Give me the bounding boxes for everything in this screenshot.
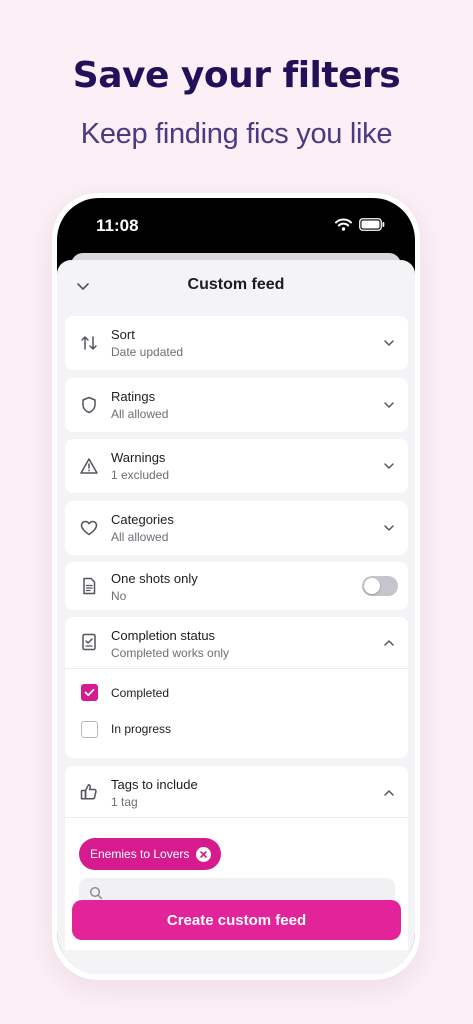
promo-subheadline: Keep finding fics you like bbox=[80, 118, 393, 150]
completed-label: Completed bbox=[111, 686, 170, 700]
promo-headline: Save your filters bbox=[72, 55, 401, 96]
categories-value: All allowed bbox=[111, 530, 169, 544]
divider bbox=[65, 668, 408, 669]
chevron-down-icon bbox=[384, 340, 394, 346]
battery-icon bbox=[359, 218, 385, 236]
chevron-up-icon bbox=[384, 640, 394, 646]
checklist-icon bbox=[82, 633, 96, 651]
in-progress-option[interactable]: In progress bbox=[65, 711, 408, 747]
completion-status-value: Completed works only bbox=[111, 646, 230, 660]
ratings-value: All allowed bbox=[111, 407, 169, 421]
warnings-row[interactable]: Warnings 1 excluded bbox=[65, 439, 408, 493]
chevron-down-icon bbox=[384, 463, 394, 469]
wifi-icon bbox=[335, 218, 352, 236]
ratings-title: Ratings bbox=[111, 389, 156, 404]
status-time: 11:08 bbox=[96, 216, 139, 235]
remove-tag-button[interactable] bbox=[196, 846, 212, 862]
custom-feed-sheet: Custom feed Sort Date updated Ratings Al… bbox=[57, 260, 415, 974]
shield-icon bbox=[82, 396, 96, 414]
tag-chip-label: Enemies to Lovers bbox=[90, 847, 190, 861]
phone-screen: 11:08 Custom feed Sort Date updated Rati… bbox=[57, 198, 415, 974]
sort-value: Date updated bbox=[111, 345, 184, 359]
sheet-header: Custom feed bbox=[57, 260, 415, 312]
warnings-title: Warnings bbox=[111, 450, 166, 465]
categories-title: Categories bbox=[111, 512, 174, 527]
completion-status-header[interactable]: Completion status Completed works only bbox=[65, 617, 408, 667]
heart-icon bbox=[80, 520, 98, 536]
one-shots-title: One shots only bbox=[111, 571, 198, 586]
chevron-down-icon bbox=[384, 402, 394, 408]
checkmark-icon bbox=[84, 688, 95, 697]
status-bar: 11:08 bbox=[57, 198, 415, 258]
in-progress-checkbox[interactable] bbox=[81, 721, 98, 738]
one-shots-toggle[interactable] bbox=[362, 576, 398, 596]
tags-include-header[interactable]: Tags to include 1 tag bbox=[65, 766, 408, 816]
chevron-up-icon bbox=[384, 790, 394, 796]
tags-include-section: Tags to include 1 tag Enemies to Lovers bbox=[65, 766, 408, 974]
tags-include-title: Tags to include bbox=[111, 777, 198, 792]
chevron-down-icon bbox=[384, 525, 394, 531]
document-icon bbox=[83, 577, 96, 595]
divider bbox=[65, 817, 408, 818]
close-icon bbox=[200, 850, 208, 858]
tag-chip[interactable]: Enemies to Lovers bbox=[79, 838, 222, 870]
search-icon bbox=[89, 886, 103, 900]
sheet-title: Custom feed bbox=[187, 276, 285, 293]
in-progress-label: In progress bbox=[111, 722, 172, 736]
sort-title: Sort bbox=[111, 327, 135, 342]
warning-triangle-icon bbox=[80, 458, 98, 474]
thumbs-up-icon bbox=[80, 784, 97, 800]
one-shots-value: No bbox=[111, 589, 127, 603]
toggle-knob bbox=[364, 578, 380, 594]
completion-status-title: Completion status bbox=[111, 628, 216, 643]
warnings-value: 1 excluded bbox=[111, 468, 170, 482]
completed-option[interactable]: Completed bbox=[65, 675, 408, 711]
bottom-bar bbox=[57, 950, 415, 974]
create-custom-feed-button[interactable]: Create custom feed bbox=[72, 900, 401, 940]
sort-row[interactable]: Sort Date updated bbox=[65, 316, 408, 370]
ratings-row[interactable]: Ratings All allowed bbox=[65, 378, 408, 432]
completion-status-section: Completion status Completed works only C… bbox=[65, 617, 408, 758]
sort-arrows-icon bbox=[81, 336, 97, 350]
categories-row[interactable]: Categories All allowed bbox=[65, 501, 408, 555]
completed-checkbox[interactable] bbox=[81, 684, 98, 701]
one-shots-row: One shots only No bbox=[65, 562, 408, 610]
tags-include-value: 1 tag bbox=[111, 795, 138, 809]
